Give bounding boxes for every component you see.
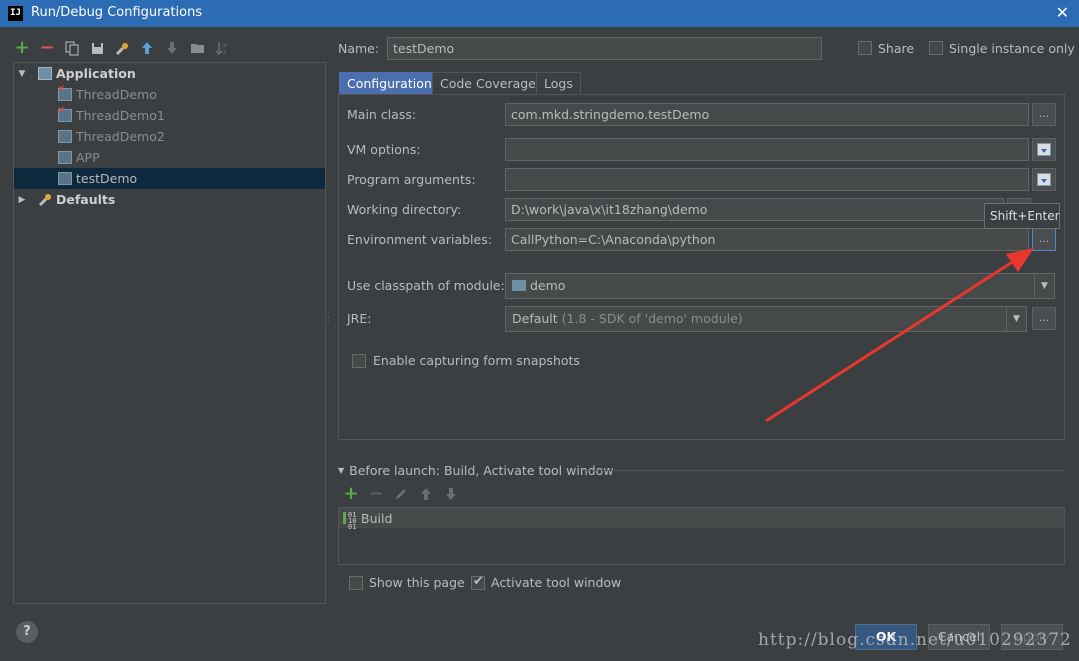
folder-icon[interactable]	[189, 40, 205, 56]
tab-logs[interactable]: Logs	[536, 72, 581, 95]
tree-item-label: ThreadDemo	[76, 87, 157, 102]
intellij-icon: IJ	[8, 6, 23, 21]
classpath-module-label: Use classpath of module:	[347, 278, 505, 293]
tree-item-label: ThreadDemo2	[76, 129, 165, 144]
single-instance-label: Single instance only	[949, 41, 1075, 56]
before-launch-list[interactable]: 01 10 01 Build	[338, 507, 1065, 565]
config-icon	[58, 130, 72, 143]
program-arguments-expand-icon[interactable]	[1032, 168, 1056, 191]
enable-snapshots-label: Enable capturing form snapshots	[373, 353, 580, 368]
shortcut-tooltip: Shift+Enter	[984, 203, 1060, 229]
jre-detail: (1.8 - SDK of 'demo' module)	[561, 311, 743, 326]
tree-item-testdemo[interactable]: testDemo	[14, 168, 325, 189]
vm-options-expand-icon[interactable]	[1032, 138, 1056, 161]
list-item[interactable]: 01 10 01 Build	[339, 508, 1064, 531]
jre-browse-button[interactable]: ...	[1032, 307, 1056, 330]
tree-item-label: testDemo	[76, 171, 138, 186]
jre-label: JRE:	[347, 311, 372, 326]
activate-tool-window-checkbox[interactable]	[471, 574, 485, 590]
add-icon[interactable]: +	[343, 485, 359, 503]
section-divider	[582, 470, 1065, 471]
collapse-arrow-icon[interactable]: ▼	[338, 466, 344, 475]
help-button[interactable]: ?	[16, 621, 38, 643]
tree-item-label: ThreadDemo1	[76, 108, 165, 123]
classpath-module-combo[interactable]: demo ▼	[505, 273, 1055, 299]
add-icon[interactable]: +	[14, 39, 30, 57]
save-icon[interactable]	[89, 40, 105, 56]
remove-icon[interactable]: −	[39, 39, 55, 57]
tree-item-threaddemo2[interactable]: ThreadDemo2	[14, 126, 325, 147]
wrench-icon	[38, 193, 52, 207]
working-directory-field[interactable]: D:\work\java\x\it18zhang\demo	[505, 198, 1004, 221]
program-arguments-label: Program arguments:	[347, 172, 476, 187]
tab-code-coverage[interactable]: Code Coverage	[432, 72, 544, 95]
remove-icon[interactable]: −	[368, 485, 384, 503]
list-item-label: Build	[361, 510, 393, 526]
name-label: Name:	[338, 41, 380, 56]
window-title: Run/Debug Configurations	[31, 5, 203, 20]
before-launch-title: Before launch: Build, Activate tool wind…	[349, 463, 614, 478]
svg-text:z: z	[223, 49, 226, 56]
share-checkbox[interactable]	[858, 41, 872, 55]
svg-text:a: a	[223, 42, 227, 49]
environment-variables-browse-button[interactable]: ...	[1032, 228, 1056, 251]
move-down-icon[interactable]	[443, 486, 459, 502]
watermark-text: http://blog.csdn.net/u010292372	[758, 630, 1072, 650]
module-folder-icon	[512, 280, 526, 291]
config-icon	[58, 151, 72, 164]
tree-item-app[interactable]: APP	[14, 147, 325, 168]
classpath-module-value: demo	[530, 278, 566, 293]
sort-icon[interactable]: az	[214, 40, 230, 56]
program-arguments-field[interactable]	[505, 168, 1029, 191]
environment-variables-field[interactable]: CallPython=C:\Anaconda\python	[505, 228, 1029, 251]
single-instance-checkbox[interactable]	[929, 41, 943, 55]
application-icon	[38, 67, 52, 80]
tree-node-application[interactable]: ▼ Application	[14, 63, 325, 84]
vm-options-field[interactable]	[505, 138, 1029, 161]
working-directory-label: Working directory:	[347, 202, 462, 217]
main-class-label: Main class:	[347, 107, 417, 122]
move-up-icon[interactable]	[139, 40, 155, 56]
share-label: Share	[878, 41, 915, 56]
show-page-label: Show this page	[369, 575, 465, 590]
before-launch-header[interactable]: ▼ Before launch: Build, Activate tool wi…	[338, 463, 614, 478]
splitter-handle[interactable]: · · ·	[327, 310, 331, 326]
config-error-icon: ✕	[57, 105, 72, 122]
jre-combo[interactable]: Default (1.8 - SDK of 'demo' module) ▼	[505, 306, 1027, 332]
expand-arrow-icon[interactable]: ▶	[16, 195, 28, 205]
tree-node-defaults[interactable]: ▶ Defaults	[14, 189, 325, 210]
activate-tool-window-label: Activate tool window	[491, 575, 622, 590]
collapse-arrow-icon[interactable]: ▼	[16, 69, 28, 79]
environment-variables-label: Environment variables:	[347, 232, 492, 247]
enable-snapshots-checkbox[interactable]	[352, 354, 366, 368]
tree-node-application-label: Application	[56, 66, 136, 81]
dropdown-arrow-icon[interactable]: ▼	[1034, 274, 1054, 298]
vm-options-label: VM options:	[347, 142, 421, 157]
wrench-icon[interactable]	[114, 40, 130, 56]
move-up-icon[interactable]	[418, 486, 434, 502]
edit-icon[interactable]	[393, 486, 409, 502]
name-field[interactable]: testDemo	[387, 37, 822, 60]
main-class-field[interactable]: com.mkd.stringdemo.testDemo	[505, 103, 1029, 126]
configurations-toolbar: + − az	[14, 38, 230, 58]
tree-node-defaults-label: Defaults	[56, 192, 116, 207]
move-down-icon[interactable]	[164, 40, 180, 56]
config-icon	[58, 172, 72, 185]
main-class-browse-button[interactable]: ...	[1032, 103, 1056, 126]
tab-configuration[interactable]: Configuration	[339, 72, 440, 95]
configurations-tree[interactable]: ▼ Application ✕ ThreadDemo ✕ ThreadDemo1…	[13, 62, 326, 604]
build-icon: 01 10 01	[343, 511, 357, 531]
close-icon[interactable]: ✕	[1056, 3, 1069, 22]
show-page-checkbox[interactable]	[349, 576, 363, 590]
tree-item-label: APP	[76, 150, 100, 165]
before-launch-toolbar: + −	[343, 485, 459, 503]
tree-item-threaddemo1[interactable]: ✕ ThreadDemo1	[14, 105, 325, 126]
copy-icon[interactable]	[64, 40, 80, 56]
config-error-icon: ✕	[57, 84, 72, 101]
jre-value: Default	[512, 311, 558, 326]
title-bar: IJ Run/Debug Configurations ✕	[0, 0, 1079, 27]
tree-item-threaddemo[interactable]: ✕ ThreadDemo	[14, 84, 325, 105]
dropdown-arrow-icon[interactable]: ▼	[1006, 307, 1026, 331]
